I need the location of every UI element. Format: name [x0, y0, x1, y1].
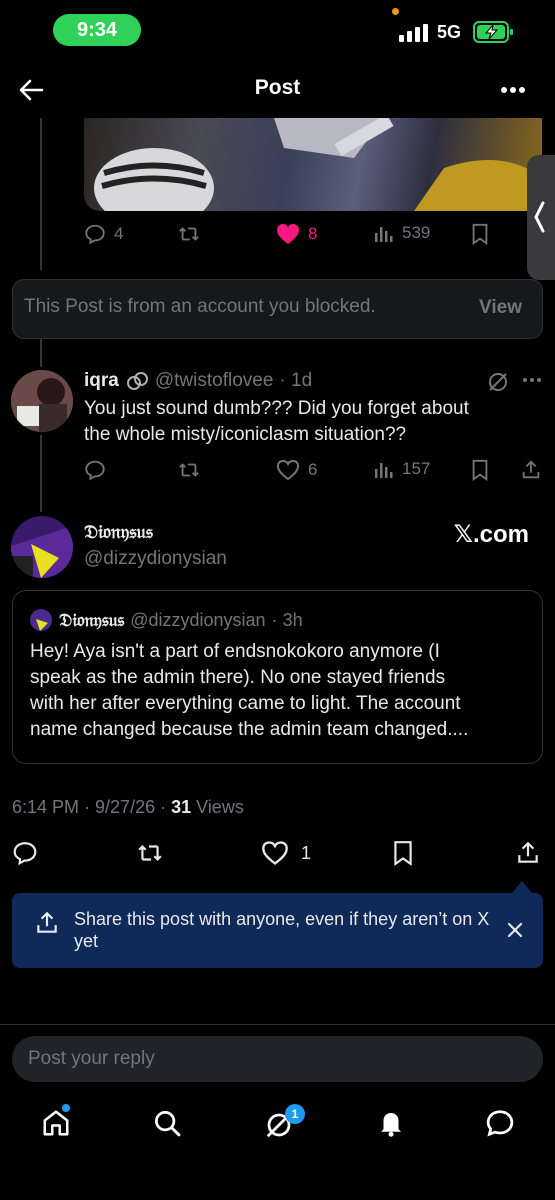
reply-placeholder: Post your reply	[28, 1048, 155, 1069]
reply-author-row: iqra @twistoflovee · 1d	[84, 370, 312, 392]
author-name[interactable]: iqra	[84, 370, 119, 392]
blocked-post-notice: This Post is from an account you blocked…	[12, 279, 543, 339]
divider	[0, 1024, 555, 1025]
quote-author-row: 𝔇𝔦𝔬𝔫𝔶𝔰𝔲𝔰 @dizzydionysian · 3h	[59, 610, 303, 631]
avatar[interactable]	[11, 516, 73, 578]
post-media-image[interactable]	[84, 118, 542, 211]
share-icon[interactable]	[520, 459, 542, 481]
messages-icon[interactable]	[485, 1108, 515, 1138]
network-type: 5G	[437, 22, 462, 42]
like-button[interactable]: 6	[276, 459, 317, 481]
quote-text-line: speak as the admin there). No one stayed…	[30, 667, 446, 688]
views-button[interactable]: 539	[374, 223, 430, 243]
heart-icon	[276, 459, 300, 481]
post-time: · 1d	[279, 370, 313, 391]
heart-icon	[262, 841, 288, 865]
like-count: 1	[301, 842, 312, 863]
rings-emoji-icon	[126, 372, 148, 390]
signal-icon	[399, 24, 429, 42]
grok-icon[interactable]	[486, 370, 510, 394]
reply-icon	[85, 224, 105, 245]
view-count: 539	[402, 223, 431, 242]
like-count: 8	[308, 224, 318, 243]
bookmark-icon[interactable]	[390, 840, 416, 866]
reply-icon	[85, 460, 105, 481]
share-icon	[34, 910, 60, 936]
source-label: 𝕏.com	[453, 521, 529, 548]
avatar	[30, 609, 52, 631]
blocked-notice-text: This Post is from an account you blocked…	[24, 296, 376, 317]
home-notification-dot	[62, 1104, 70, 1112]
close-icon[interactable]	[506, 921, 524, 939]
status-time: 9:34	[53, 14, 141, 46]
analytics-icon	[375, 227, 393, 242]
reply-button[interactable]	[84, 459, 106, 481]
author-name[interactable]: 𝔇𝔦𝔬𝔫𝔶𝔰𝔲𝔰	[84, 522, 153, 544]
view-blocked-post-button[interactable]: View	[479, 297, 522, 319]
reply-count: 4	[114, 224, 124, 243]
reply-icon[interactable]	[12, 840, 38, 866]
thread-connector-line	[40, 339, 42, 367]
quote-text-line: with her after everything came to light.…	[30, 693, 461, 714]
more-options-icon[interactable]	[522, 377, 542, 383]
toast-message: Share this post with anyone, even if the…	[74, 909, 490, 951]
heart-filled-icon	[277, 224, 299, 244]
battery-charging-icon	[473, 21, 515, 43]
search-icon[interactable]	[152, 1108, 182, 1138]
quote-author-handle: @dizzydionysian	[130, 610, 266, 630]
messages-badge: 1	[285, 1104, 305, 1124]
avatar[interactable]	[11, 370, 73, 432]
share-toast: Share this post with anyone, even if the…	[12, 893, 543, 968]
reply-text-line: You just sound dumb??? Did you forget ab…	[84, 398, 469, 419]
repost-icon[interactable]	[136, 840, 164, 866]
thread-connector-line	[40, 435, 42, 512]
views-label: Views	[191, 797, 244, 817]
thread-connector-line	[40, 118, 42, 270]
bookmark-icon[interactable]	[469, 459, 491, 481]
privacy-indicator-dot	[392, 8, 399, 15]
repost-button[interactable]	[177, 223, 201, 245]
bookmark-icon[interactable]	[469, 223, 491, 245]
quote-text-line: name changed because the admin team chan…	[30, 719, 469, 740]
more-options-icon[interactable]	[500, 86, 526, 94]
like-count: 6	[308, 460, 318, 479]
quoted-post[interactable]: 𝔇𝔦𝔬𝔫𝔶𝔰𝔲𝔰 @dizzydionysian · 3h Hey! Aya i…	[12, 590, 543, 764]
quote-text-line: Hey! Aya isn't a part of endsnokokoro an…	[30, 641, 440, 662]
view-count: 157	[402, 459, 431, 478]
analytics-icon	[375, 463, 393, 478]
author-handle[interactable]: @twistoflovee	[155, 370, 274, 392]
quote-text: Hey! Aya isn't a part of endsnokokoro an…	[30, 639, 535, 743]
views-button[interactable]: 157	[374, 459, 430, 479]
quote-author-name: 𝔇𝔦𝔬𝔫𝔶𝔰𝔲𝔰	[59, 610, 125, 630]
post-timestamp: 6:14 PM · 9/27/26 ·	[12, 797, 172, 817]
page-title: Post	[254, 76, 301, 99]
reply-button[interactable]: 4	[84, 223, 123, 245]
share-icon[interactable]	[515, 840, 541, 866]
author-handle[interactable]: @dizzydionysian	[84, 548, 227, 570]
quote-post-time: · 3h	[271, 610, 303, 630]
repost-button[interactable]	[177, 459, 201, 481]
home-icon[interactable]	[41, 1108, 71, 1138]
reply-text: You just sound dumb??? Did you forget ab…	[84, 396, 544, 448]
repost-icon	[179, 227, 199, 241]
like-button[interactable]: 8	[276, 223, 317, 245]
side-handle[interactable]	[527, 155, 555, 280]
like-button[interactable]: 1	[261, 840, 311, 866]
repost-icon	[179, 463, 199, 477]
reply-text-line: the whole misty/iconiclasm situation??	[84, 424, 407, 445]
toast-pointer	[512, 881, 532, 893]
post-meta: 6:14 PM · 9/27/26 · 31 Views	[12, 797, 244, 818]
bell-icon[interactable]	[376, 1108, 406, 1138]
views-count: 31	[171, 797, 192, 817]
reply-input[interactable]: Post your reply	[12, 1036, 543, 1082]
